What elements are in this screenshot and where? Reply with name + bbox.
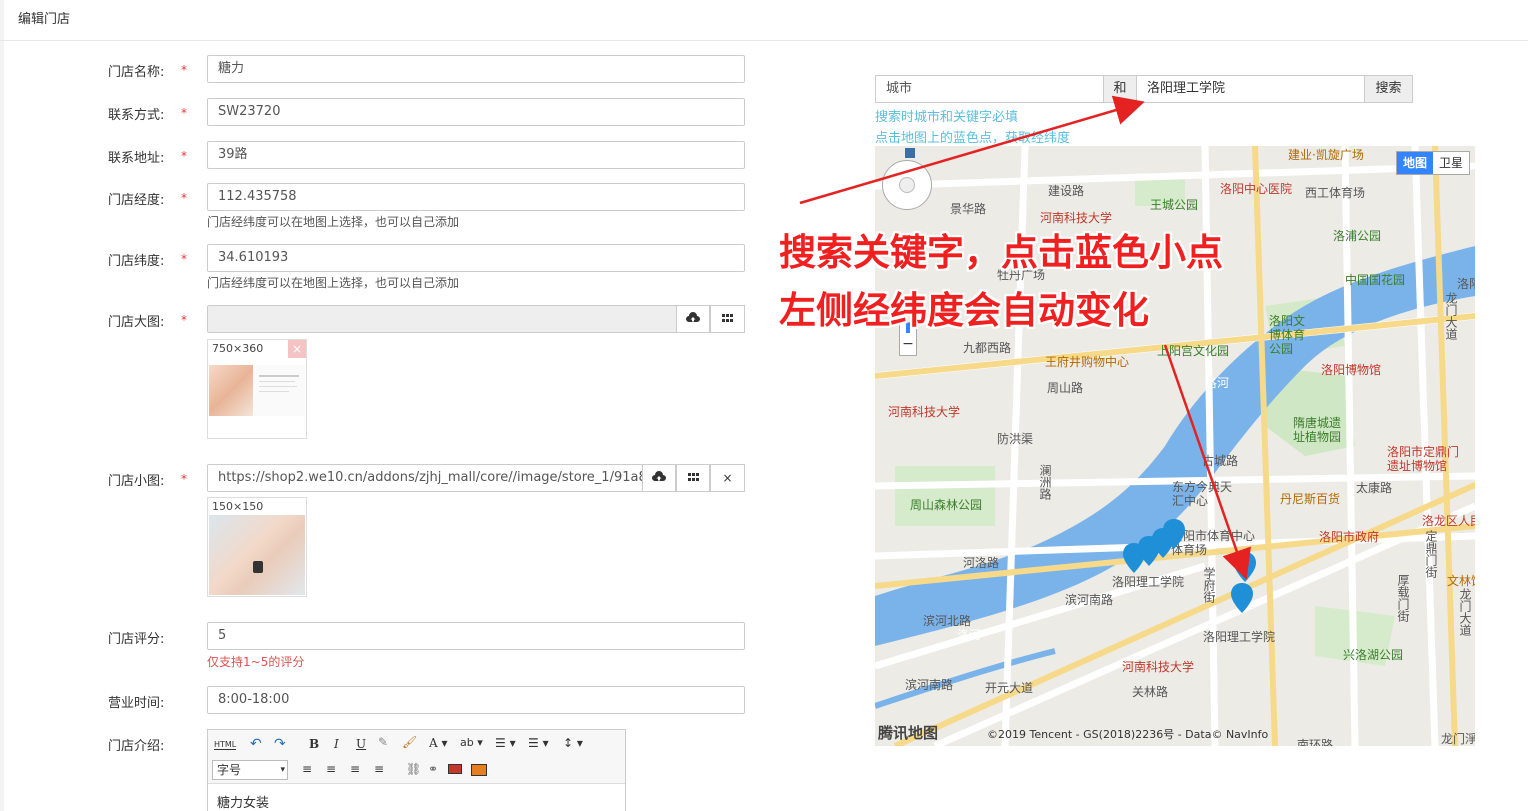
annotation-line-2: 左侧经纬度会自动变化 — [779, 289, 1149, 332]
page: 编辑门店 门店名称: * 糖力 联系方式: * SW23720 联系地址: * … — [0, 0, 1528, 811]
annotation-line-1: 搜索关键字，点击蓝色小点 — [779, 231, 1223, 274]
annotation-arrows — [799, 95, 1251, 580]
